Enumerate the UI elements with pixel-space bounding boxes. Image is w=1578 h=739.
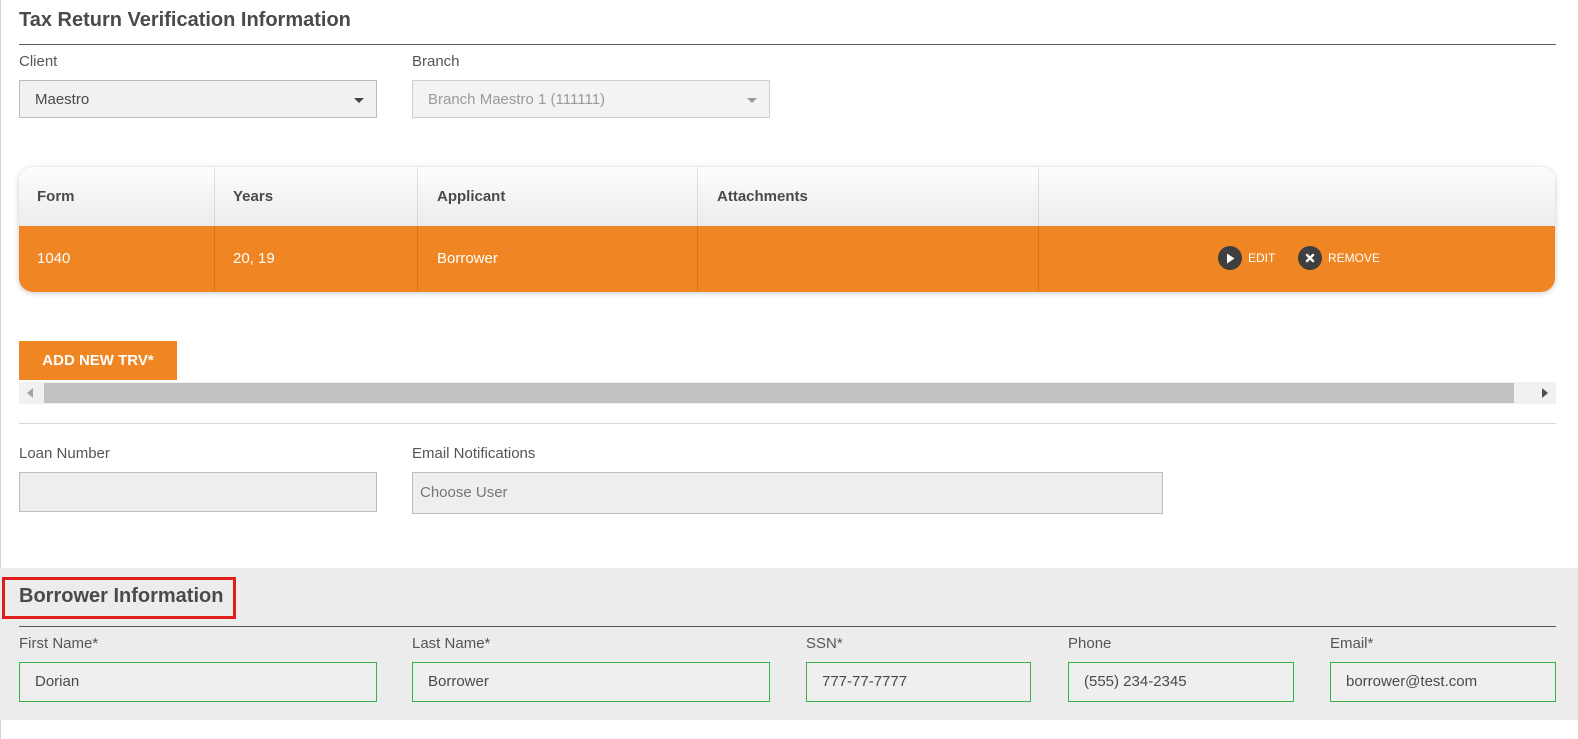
page-title: Tax Return Verification Information [19,9,351,31]
title-divider [19,44,1556,45]
branch-select: Branch Maestro 1 (111111) [412,80,770,118]
column-header-attachments: Attachments [717,188,808,205]
cell-form: 1040 [37,250,71,267]
table-row[interactable]: 1040 20, 19 Borrower EDIT REMOVE [19,226,1555,292]
column-divider [417,167,418,292]
close-icon [1298,246,1322,270]
email-notifications-input[interactable]: Choose User [412,472,1163,514]
phone-label: Phone [1068,635,1112,652]
client-label: Client [19,53,58,70]
scroll-right-icon[interactable] [1542,388,1548,398]
horizontal-scrollbar[interactable] [19,382,1556,404]
client-select[interactable]: Maestro [19,80,377,118]
column-header-form: Form [37,188,75,205]
trv-table: Form Years Applicant Attachments 1040 20… [19,167,1555,292]
add-new-trv-button[interactable]: ADD NEW TRV* [19,341,177,380]
edit-label: EDIT [1248,251,1276,265]
last-name-field[interactable]: Borrower [412,662,770,702]
chevron-down-icon [354,98,364,103]
email-label: Email* [1330,635,1374,652]
highlight-box [2,577,236,619]
remove-label: REMOVE [1328,251,1381,265]
column-divider [1038,167,1039,292]
column-divider [214,167,215,292]
section-divider [19,423,1556,424]
column-header-years: Years [233,188,274,205]
scrollbar-thumb[interactable] [44,383,1514,403]
loan-number-input[interactable] [19,472,377,512]
branch-select-value: Branch Maestro 1 (111111) [428,91,606,108]
ssn-label: SSN* [806,635,843,652]
scroll-left-icon[interactable] [27,388,33,398]
remove-button[interactable]: REMOVE [1298,245,1380,271]
first-name-field[interactable]: Dorian [19,662,377,702]
last-name-label: Last Name* [412,635,491,652]
email-notifications-label: Email Notifications [412,445,536,462]
phone-field[interactable]: (555) 234-2345 [1068,662,1294,702]
email-notifications-placeholder: Choose User [420,484,508,501]
edit-button[interactable]: EDIT [1218,245,1275,271]
first-name-label: First Name* [19,635,99,652]
play-icon [1218,246,1242,270]
borrower-title-divider [19,626,1556,627]
chevron-down-icon [747,98,757,103]
email-field[interactable]: borrower@test.com [1330,662,1556,702]
cell-years: 20, 19 [233,250,275,267]
branch-label: Branch [412,53,460,70]
loan-number-label: Loan Number [19,445,110,462]
column-divider [697,167,698,292]
ssn-field[interactable]: 777-77-7777 [806,662,1031,702]
column-header-applicant: Applicant [437,188,506,205]
client-select-value: Maestro [35,91,90,108]
table-header: Form Years Applicant Attachments [19,167,1555,226]
cell-applicant: Borrower [437,250,498,267]
